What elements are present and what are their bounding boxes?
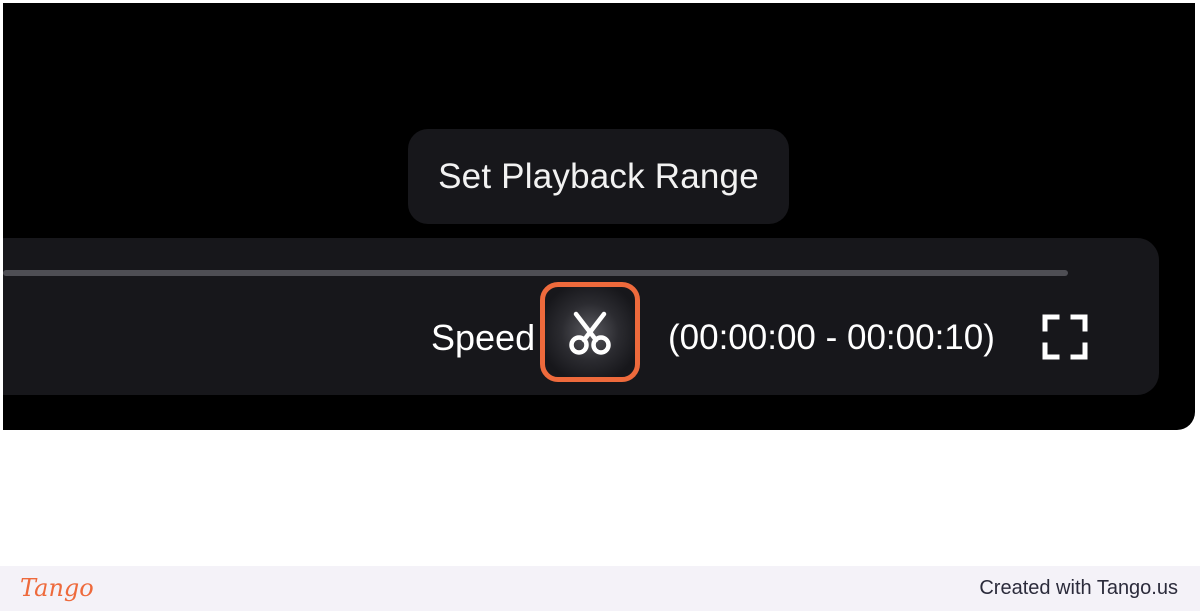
fullscreen-button[interactable] [1041, 313, 1089, 361]
speed-button[interactable]: Speed [431, 316, 535, 360]
tango-logo: Tango [20, 574, 94, 602]
tooltip: Set Playback Range [408, 129, 789, 224]
progress-bar[interactable] [3, 270, 1068, 276]
created-with-text: Created with Tango.us [979, 577, 1178, 599]
playback-range-text: (00:00:00 - 00:00:10) [668, 318, 995, 357]
set-playback-range-button[interactable] [540, 282, 640, 382]
fullscreen-icon [1042, 314, 1088, 360]
scissors-icon [569, 311, 611, 355]
video-player: Set Playback Range Speed (00:00:00 - 00:… [3, 3, 1195, 430]
footer: Tango Created with Tango.us [0, 566, 1200, 611]
control-bar: Speed (00:00:00 - 00:00:10) [3, 238, 1159, 395]
tooltip-text: Set Playback Range [438, 156, 759, 196]
